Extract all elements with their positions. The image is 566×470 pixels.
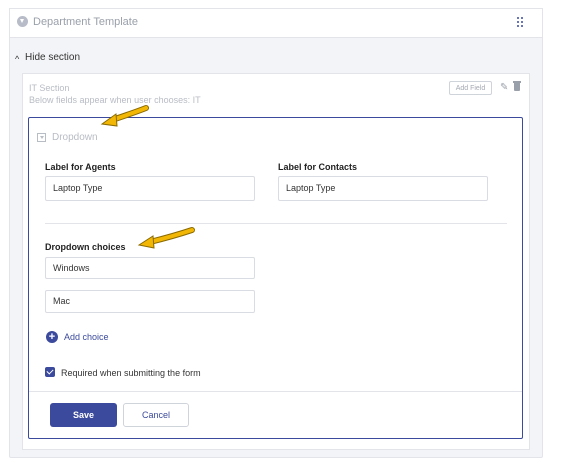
- template-title: Department Template: [33, 16, 138, 28]
- contacts-label-input[interactable]: Laptop Type: [278, 176, 488, 201]
- trash-icon[interactable]: [513, 81, 521, 91]
- agents-label: Label for Agents: [45, 162, 116, 172]
- add-choice-link[interactable]: Add choice: [64, 332, 109, 342]
- field-type-label: Dropdown: [52, 132, 98, 143]
- pencil-icon[interactable]: ✎: [500, 82, 508, 93]
- annotation-arrow-icon: [137, 227, 195, 249]
- cancel-button[interactable]: Cancel: [123, 403, 189, 427]
- divider: [45, 223, 507, 224]
- choice-input[interactable]: Windows: [45, 257, 255, 279]
- add-field-button[interactable]: Add Field: [449, 81, 492, 95]
- required-checkbox[interactable]: [45, 367, 55, 377]
- section-title: IT Section: [29, 83, 70, 93]
- agents-label-input[interactable]: Laptop Type: [45, 176, 255, 201]
- chevron-up-icon[interactable]: ^: [15, 54, 19, 64]
- annotation-arrow-icon: [100, 105, 149, 127]
- required-label: Required when submitting the form: [61, 368, 201, 378]
- dropdown-type-icon: [37, 133, 46, 142]
- hide-section-toggle[interactable]: Hide section: [25, 52, 80, 63]
- chevron-down-circle-icon[interactable]: [17, 16, 28, 27]
- dropdown-choices-label: Dropdown choices: [45, 242, 126, 252]
- choice-input[interactable]: Mac: [45, 290, 255, 313]
- plus-circle-icon[interactable]: +: [46, 331, 58, 343]
- save-button[interactable]: Save: [50, 403, 117, 427]
- drag-handle-icon[interactable]: [517, 17, 524, 28]
- footer-divider: [29, 391, 522, 392]
- contacts-label: Label for Contacts: [278, 162, 358, 172]
